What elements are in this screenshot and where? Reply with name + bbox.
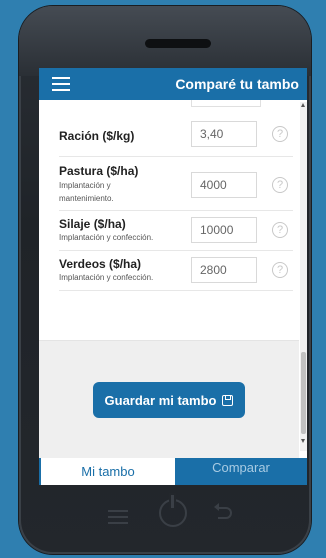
- help-icon[interactable]: ?: [272, 126, 288, 142]
- pastura-input[interactable]: [191, 172, 257, 198]
- scroll-up-arrow-icon[interactable]: [301, 103, 305, 107]
- form-row-verdeos: Verdeos ($/ha) Implantación y confección…: [59, 250, 293, 291]
- previous-input-edge[interactable]: [191, 100, 261, 107]
- form-row-racion: Ración ($/kg) ?: [59, 116, 293, 157]
- power-button-icon[interactable]: [159, 495, 187, 527]
- scrollbar-thumb[interactable]: [301, 352, 306, 434]
- help-icon[interactable]: ?: [272, 262, 288, 278]
- form-row-silaje: Silaje ($/ha) Implantación y confección.…: [59, 210, 293, 251]
- form-row-pastura: Pastura ($/ha) Implantación y mantenimie…: [59, 156, 293, 211]
- back-button-icon[interactable]: [214, 503, 232, 519]
- app-screen: Comparé tu tambo Ración ($/kg) ? Pastura…: [39, 68, 307, 485]
- help-icon[interactable]: ?: [272, 177, 288, 193]
- tab-bar: Mi tambo Comparar: [39, 458, 307, 485]
- save-tambo-button[interactable]: Guardar mi tambo: [93, 382, 245, 418]
- field-label: Silaje ($/ha): [59, 217, 126, 231]
- hamburger-menu-icon[interactable]: [52, 77, 70, 91]
- field-label: Pastura ($/ha): [59, 164, 139, 178]
- save-button-label: Guardar mi tambo: [104, 392, 217, 408]
- floppy-disk-icon: [222, 394, 234, 406]
- racion-input[interactable]: [191, 121, 257, 147]
- phone-speaker: [145, 39, 211, 48]
- field-label: Verdeos ($/ha): [59, 257, 142, 271]
- field-label: Ración ($/kg): [59, 129, 135, 143]
- field-sublabel: Implantación y confección.: [59, 233, 154, 242]
- field-sublabel: Implantación y mantenimiento.: [59, 181, 114, 203]
- app-header: Comparé tu tambo: [39, 68, 307, 100]
- app-title: Comparé tu tambo: [175, 76, 299, 92]
- field-sublabel: Implantación y confección.: [59, 273, 154, 282]
- scroll-down-arrow-icon[interactable]: [301, 439, 305, 443]
- verdeos-input[interactable]: [191, 257, 257, 283]
- menu-button-icon[interactable]: [108, 510, 128, 528]
- silaje-input[interactable]: [191, 217, 257, 243]
- tab-comparar[interactable]: Comparar: [175, 458, 307, 480]
- help-icon[interactable]: ?: [272, 222, 288, 238]
- scrollbar[interactable]: [300, 102, 307, 451]
- tab-mi-tambo[interactable]: Mi tambo: [41, 458, 175, 485]
